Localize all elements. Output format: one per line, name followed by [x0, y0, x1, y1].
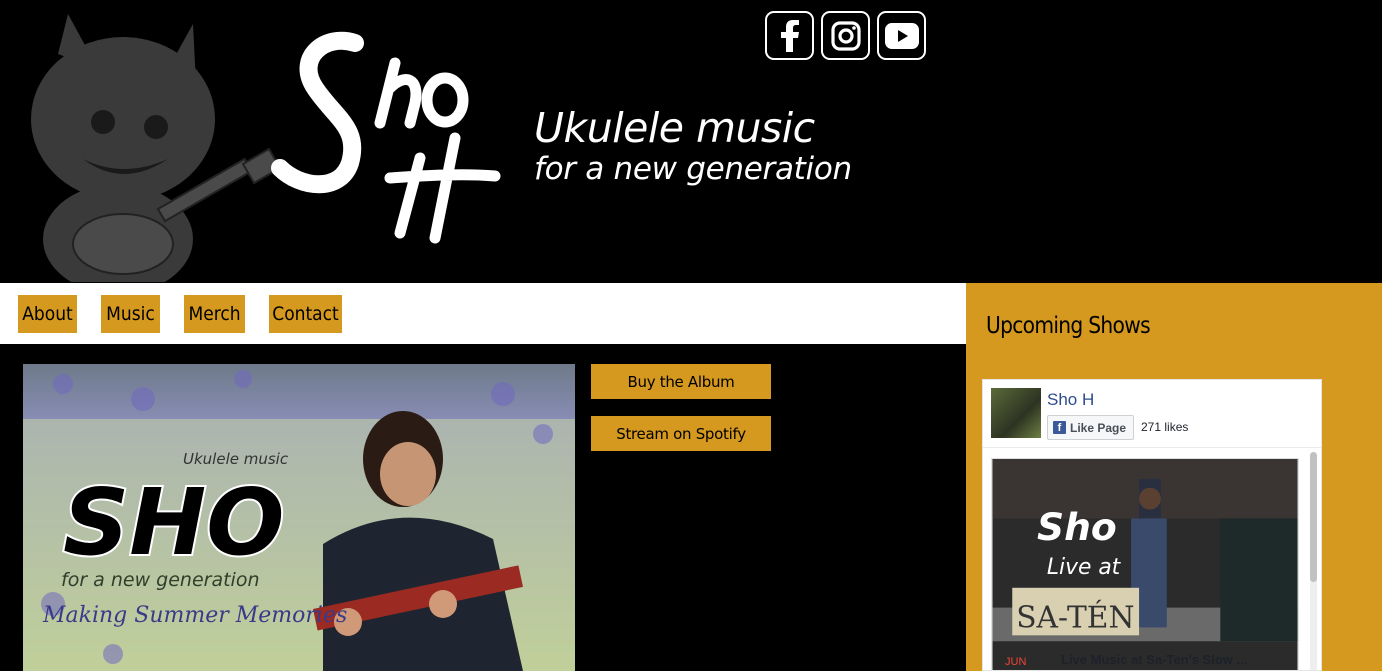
tagline-line2: for a new generation: [534, 151, 852, 187]
sidebar: Upcoming Shows Sho H f Like Page 271 lik…: [966, 283, 1382, 671]
facebook-link[interactable]: [765, 11, 814, 60]
main-content: Ukulele music SHO for a new generation M…: [0, 344, 966, 671]
facebook-icon: [780, 19, 799, 52]
stream-spotify-button[interactable]: Stream on Spotify: [591, 416, 771, 451]
facebook-small-icon: f: [1053, 421, 1066, 434]
event-image-venue: SA-TÉN: [1016, 599, 1134, 635]
site-header: Ukulele music for a new generation: [0, 0, 1382, 283]
likes-count: 271 likes: [1141, 420, 1189, 434]
fb-page-name[interactable]: Sho H: [1047, 390, 1094, 410]
youtube-link[interactable]: [877, 11, 926, 60]
widget-scrollbar[interactable]: [1310, 452, 1317, 670]
album-text-title: SHO: [63, 469, 284, 576]
album-text-top: Ukulele music: [183, 450, 289, 468]
like-page-label: Like Page: [1070, 420, 1127, 435]
event-cover-image[interactable]: Sho Live at SA-TÉN: [991, 458, 1299, 671]
tagline-line1: Ukulele music: [534, 104, 815, 152]
page-avatar[interactable]: [991, 388, 1041, 438]
nav-contact[interactable]: Contact: [269, 295, 342, 333]
event-title[interactable]: Live Music at Sa-Ten's Slow ...: [1061, 652, 1247, 667]
scrollbar-thumb[interactable]: [1310, 452, 1317, 582]
nav-music[interactable]: Music: [101, 295, 160, 333]
divider: [983, 447, 1321, 448]
event-month: JUN: [1005, 656, 1027, 668]
social-links: [765, 11, 926, 60]
upcoming-shows-title: Upcoming Shows: [986, 313, 1151, 339]
nav-about[interactable]: About: [18, 295, 77, 333]
nav-merch[interactable]: Merch: [184, 295, 245, 333]
album-text-sub: for a new generation: [61, 569, 260, 591]
tagline: Ukulele music for a new generation: [534, 104, 852, 186]
event-image-sho: Sho: [1037, 505, 1117, 549]
sho-h-logo: [271, 31, 501, 244]
main-nav: About Music Merch Contact: [0, 283, 966, 344]
buy-album-button[interactable]: Buy the Album: [591, 364, 771, 399]
event-image-liveat: Live at: [1047, 555, 1122, 580]
instagram-icon: [830, 20, 861, 51]
devil-mascot-logo: [31, 14, 282, 282]
instagram-link[interactable]: [821, 11, 870, 60]
album-caption: Making Summer Memories: [42, 603, 347, 628]
facebook-page-widget: Sho H f Like Page 271 likes Sho Live at …: [982, 379, 1322, 671]
youtube-icon: [884, 22, 919, 49]
like-page-button[interactable]: f Like Page: [1047, 415, 1135, 440]
album-cover-image[interactable]: Ukulele music SHO for a new generation M…: [23, 364, 575, 671]
